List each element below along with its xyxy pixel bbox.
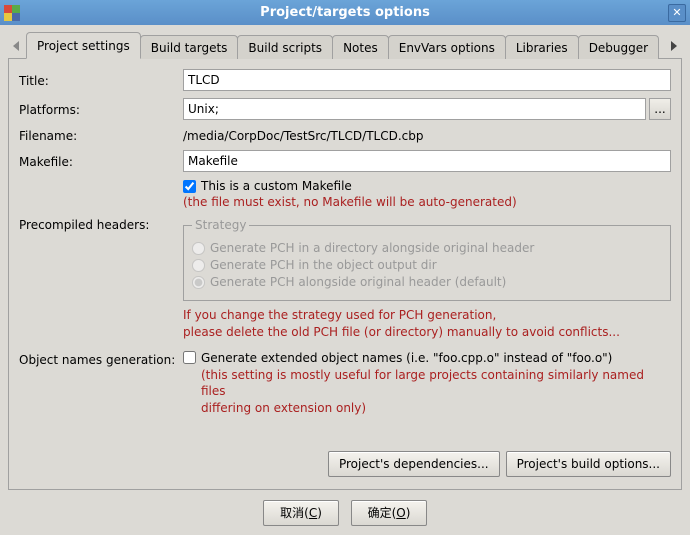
- platforms-browse-button[interactable]: ...: [649, 98, 671, 120]
- tab-label: Build scripts: [248, 41, 322, 55]
- tab-build-scripts[interactable]: Build scripts: [237, 35, 333, 59]
- pch-legend: Strategy: [192, 218, 249, 232]
- platforms-label: Platforms:: [19, 101, 183, 117]
- filename-value: /media/CorpDoc/TestSrc/TLCD/TLCD.cbp: [183, 127, 671, 143]
- obj-names-label: Object names generation:: [19, 351, 183, 367]
- tabbar: Project settings Build targets Build scr…: [8, 31, 682, 59]
- tab-debugger[interactable]: Debugger: [578, 35, 659, 59]
- custom-makefile-label: This is a custom Makefile: [201, 179, 352, 193]
- title-label: Title:: [19, 72, 183, 88]
- pch-label: Precompiled headers:: [19, 216, 183, 232]
- pch-option-label: Generate PCH in a directory alongside or…: [210, 241, 534, 255]
- cancel-button[interactable]: 取消(C): [263, 500, 339, 526]
- makefile-input[interactable]: [183, 150, 671, 172]
- tab-scroll-right-icon[interactable]: [664, 34, 682, 58]
- project-build-options-button[interactable]: Project's build options...: [506, 451, 671, 477]
- tab-project-settings[interactable]: Project settings: [26, 32, 141, 59]
- project-settings-panel: Title: Platforms: ... Filename: /media/C…: [8, 59, 682, 490]
- custom-makefile-checkbox[interactable]: [183, 180, 196, 193]
- pch-option-object-dir: [192, 259, 205, 272]
- tab-label: EnvVars options: [399, 41, 495, 55]
- tab-label: Libraries: [516, 41, 568, 55]
- tab-build-targets[interactable]: Build targets: [140, 35, 239, 59]
- tab-scroll-left-icon[interactable]: [8, 34, 26, 58]
- pch-option-label: Generate PCH in the object output dir: [210, 258, 437, 272]
- close-icon[interactable]: ✕: [668, 4, 686, 22]
- title-input[interactable]: [183, 69, 671, 91]
- tab-envvars[interactable]: EnvVars options: [388, 35, 506, 59]
- extended-obj-names-checkbox[interactable]: [183, 351, 196, 364]
- makefile-label: Makefile:: [19, 153, 183, 169]
- pch-option-default: [192, 276, 205, 289]
- pch-strategy-group: Strategy Generate PCH in a directory alo…: [183, 218, 671, 301]
- ok-button[interactable]: 确定(O): [351, 500, 427, 526]
- tab-notes[interactable]: Notes: [332, 35, 389, 59]
- tab-label: Build targets: [151, 41, 228, 55]
- tab-label: Debugger: [589, 41, 648, 55]
- obj-names-note: (this setting is mostly useful for large…: [201, 367, 671, 417]
- tab-label: Notes: [343, 41, 378, 55]
- project-dependencies-button[interactable]: Project's dependencies...: [328, 451, 500, 477]
- platforms-input[interactable]: [183, 98, 646, 120]
- pch-warning: If you change the strategy used for PCH …: [183, 307, 671, 341]
- extended-obj-names-label: Generate extended object names (i.e. "fo…: [201, 351, 612, 365]
- filename-label: Filename:: [19, 127, 183, 143]
- pch-option-label: Generate PCH alongside original header (…: [210, 275, 506, 289]
- app-icon: [4, 5, 20, 21]
- tab-label: Project settings: [37, 39, 130, 53]
- tab-libraries[interactable]: Libraries: [505, 35, 579, 59]
- titlebar: Project/targets options ✕: [0, 0, 690, 25]
- custom-makefile-note: (the file must exist, no Makefile will b…: [183, 195, 671, 209]
- pch-option-alongside-dir: [192, 242, 205, 255]
- window-title: Project/targets options: [260, 5, 430, 20]
